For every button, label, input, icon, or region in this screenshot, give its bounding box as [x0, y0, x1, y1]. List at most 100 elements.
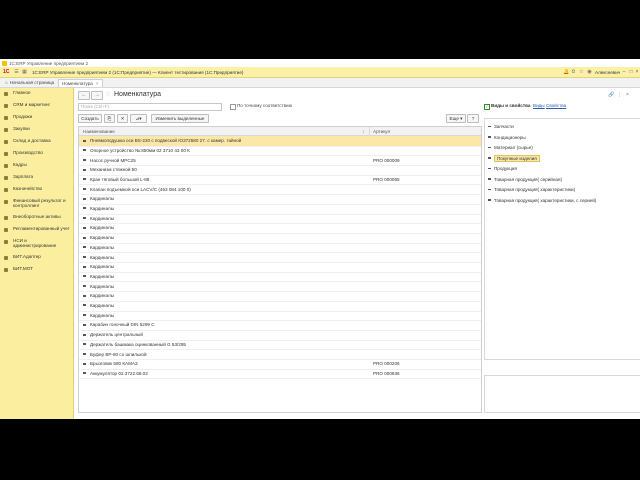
sidebar-item-accounting[interactable]: Регламентированный учет: [0, 226, 73, 236]
sort-icon[interactable]: ↕: [362, 129, 364, 134]
more-button[interactable]: Еще ▾: [446, 114, 466, 123]
sidebar-item-assets[interactable]: Внеоборотные активы: [0, 214, 73, 224]
crm-icon: [4, 103, 8, 108]
app-icon: [2, 60, 7, 66]
sidebar-item-sales[interactable]: Продажи: [0, 114, 73, 124]
1c-logo: 1С: [3, 69, 10, 75]
salary-icon: [4, 175, 8, 180]
item-marker-icon: [488, 167, 491, 169]
apps-icon[interactable]: ▦: [22, 69, 27, 75]
finance-icon: [4, 199, 8, 204]
history-icon[interactable]: ⏲: [571, 69, 576, 75]
create-button[interactable]: Создать: [78, 114, 102, 123]
item-marker-icon: [488, 136, 491, 138]
sidebar-item-production[interactable]: Производство: [0, 150, 73, 160]
menu-icon[interactable]: ☰: [14, 69, 19, 75]
sidebar-item-treasury[interactable]: Казначейство: [0, 186, 73, 196]
kinds-list-item[interactable]: Товарная продукция( характеристики, с се…: [485, 196, 640, 205]
sidebar-item-salary[interactable]: Зарплата: [0, 174, 73, 184]
sidebar-item-main[interactable]: Главное: [0, 90, 73, 100]
item-marker-icon: [488, 178, 491, 180]
back-button[interactable]: ←: [78, 91, 90, 100]
kinds-list-item[interactable]: Запчасти: [485, 122, 640, 131]
sidebar-item-crm[interactable]: CRM и маркетинг: [0, 102, 73, 112]
item-marker-icon: [83, 343, 86, 346]
cell-name: Пневмоподушка оси BS-220 с подвеской IO3…: [90, 138, 242, 144]
kinds-list-item-label: Покупные изделия: [494, 154, 540, 162]
home-icon: [4, 91, 8, 96]
tab-home[interactable]: ⌂ Начальная страница: [2, 79, 57, 86]
sidebar-item-label: НСИ и администрирование: [13, 238, 57, 248]
favorite-star-icon[interactable]: ☆: [105, 91, 111, 99]
window-title: 1С:ERP Управление предприятием 2: [9, 60, 89, 66]
more-actions-icon[interactable]: ⋮: [617, 92, 622, 98]
item-marker-icon: [83, 207, 86, 210]
item-marker-icon: [83, 246, 86, 249]
close-window-icon[interactable]: ×: [634, 69, 640, 75]
item-marker-icon: [83, 158, 86, 161]
cell-name: Держатель башмака оцинкованный G 53/295: [90, 341, 186, 347]
sidebar-item-admin[interactable]: НСИ и администрирование: [0, 238, 73, 252]
column-header-article[interactable]: Артикул: [373, 129, 390, 134]
kinds-list-item[interactable]: Кондиционеры: [485, 133, 640, 142]
properties-toggle-checkbox[interactable]: ✓: [484, 103, 490, 110]
nomenclature-form: ← → ☆ Номенклатура 🔗 ⋮ × Поиск (Ctrl+F) …: [74, 88, 640, 419]
change-selected-button[interactable]: Изменить выделенные: [151, 114, 209, 123]
kinds-list-item[interactable]: Материал (сырье): [485, 143, 640, 152]
sidebar-item-finance[interactable]: Финансовый результат и контроллинг: [0, 198, 73, 212]
kinds-link[interactable]: Виды: [533, 103, 545, 108]
app-header-title: 1С:ERP Управление предприятием 2 (1С:Пре…: [32, 69, 244, 75]
cell-name: Кардиналы: [90, 293, 115, 299]
sidebar-item-bit-mot[interactable]: БИТ.МОТ: [0, 266, 73, 276]
home-icon: ⌂: [5, 80, 8, 85]
sidebar-item-label: Производство: [13, 150, 43, 155]
treasury-icon: [4, 187, 8, 192]
property-values-panel: [484, 375, 640, 413]
favorites-icon[interactable]: ☆: [579, 69, 584, 75]
cell-name: Кран тяговый большой L-88: [90, 176, 150, 182]
minimize-icon[interactable]: –: [621, 69, 627, 75]
help-button[interactable]: ?: [467, 114, 479, 123]
accounting-icon: [4, 227, 8, 232]
sidebar-item-purchases[interactable]: Закупки: [0, 126, 73, 136]
mark-delete-icon[interactable]: ✕: [117, 114, 128, 123]
tab-nomenclature[interactable]: Номенклатура ×: [58, 79, 103, 87]
sales-icon: [4, 115, 8, 120]
close-form-icon[interactable]: ×: [626, 92, 629, 98]
kinds-list-item[interactable]: Товарная продукция( серийная): [485, 175, 640, 184]
sidebar-item-staff[interactable]: Кадры: [0, 162, 73, 172]
kinds-list-item-label: Кондиционеры: [494, 134, 526, 140]
kinds-list-item-label: Товарная продукция( серийная): [494, 176, 562, 182]
tab-bar: ⌂ Начальная страница Номенклатура ×: [0, 78, 640, 88]
filter-icon[interactable]: ⊿▾: [130, 114, 147, 123]
cell-name: Кардиналы: [90, 303, 115, 309]
kinds-list-item[interactable]: Продукция: [485, 164, 640, 173]
sidebar-item-warehouse[interactable]: Склад и доставка: [0, 138, 73, 148]
column-header-name[interactable]: Наименование: [83, 129, 115, 134]
item-marker-icon: [83, 333, 86, 336]
user-name[interactable]: Алексеевич: [595, 70, 620, 75]
kinds-list-item[interactable]: Покупные изделия: [485, 154, 640, 163]
sidebar-item-label: Продажи: [13, 114, 33, 119]
item-marker-icon: [83, 362, 86, 365]
copy-icon[interactable]: ⎘: [104, 114, 115, 123]
properties-link[interactable]: Свойства: [546, 103, 566, 108]
link-icon[interactable]: 🔗: [608, 92, 614, 98]
bit-adapter-icon: [4, 255, 8, 260]
item-marker-icon: [83, 217, 86, 220]
search-input[interactable]: Поиск (Ctrl+F): [78, 103, 222, 111]
table-row[interactable]: Аккумулятор 02.3722.68.02 PRO 000836: [79, 369, 481, 380]
item-marker-icon: [83, 265, 86, 268]
page-title: Номенклатура: [114, 91, 161, 98]
exact-match-checkbox[interactable]: [230, 103, 236, 110]
notifications-icon[interactable]: 🔔: [563, 69, 569, 75]
tab-close-icon[interactable]: ×: [96, 81, 99, 86]
bit-mot-icon: [4, 267, 8, 272]
forward-button[interactable]: →: [91, 91, 103, 100]
kinds-list-item-label: Продукция: [494, 166, 517, 171]
sidebar-item-bit-adapter[interactable]: БИТ.Адаптер: [0, 254, 73, 264]
tab-home-label: Начальная страница: [9, 80, 55, 85]
sidebar-item-label: Казначейство: [13, 186, 43, 191]
user-icon[interactable]: ◉: [587, 69, 592, 75]
kinds-list-item[interactable]: Товарная продукция( характеристики): [485, 185, 640, 194]
